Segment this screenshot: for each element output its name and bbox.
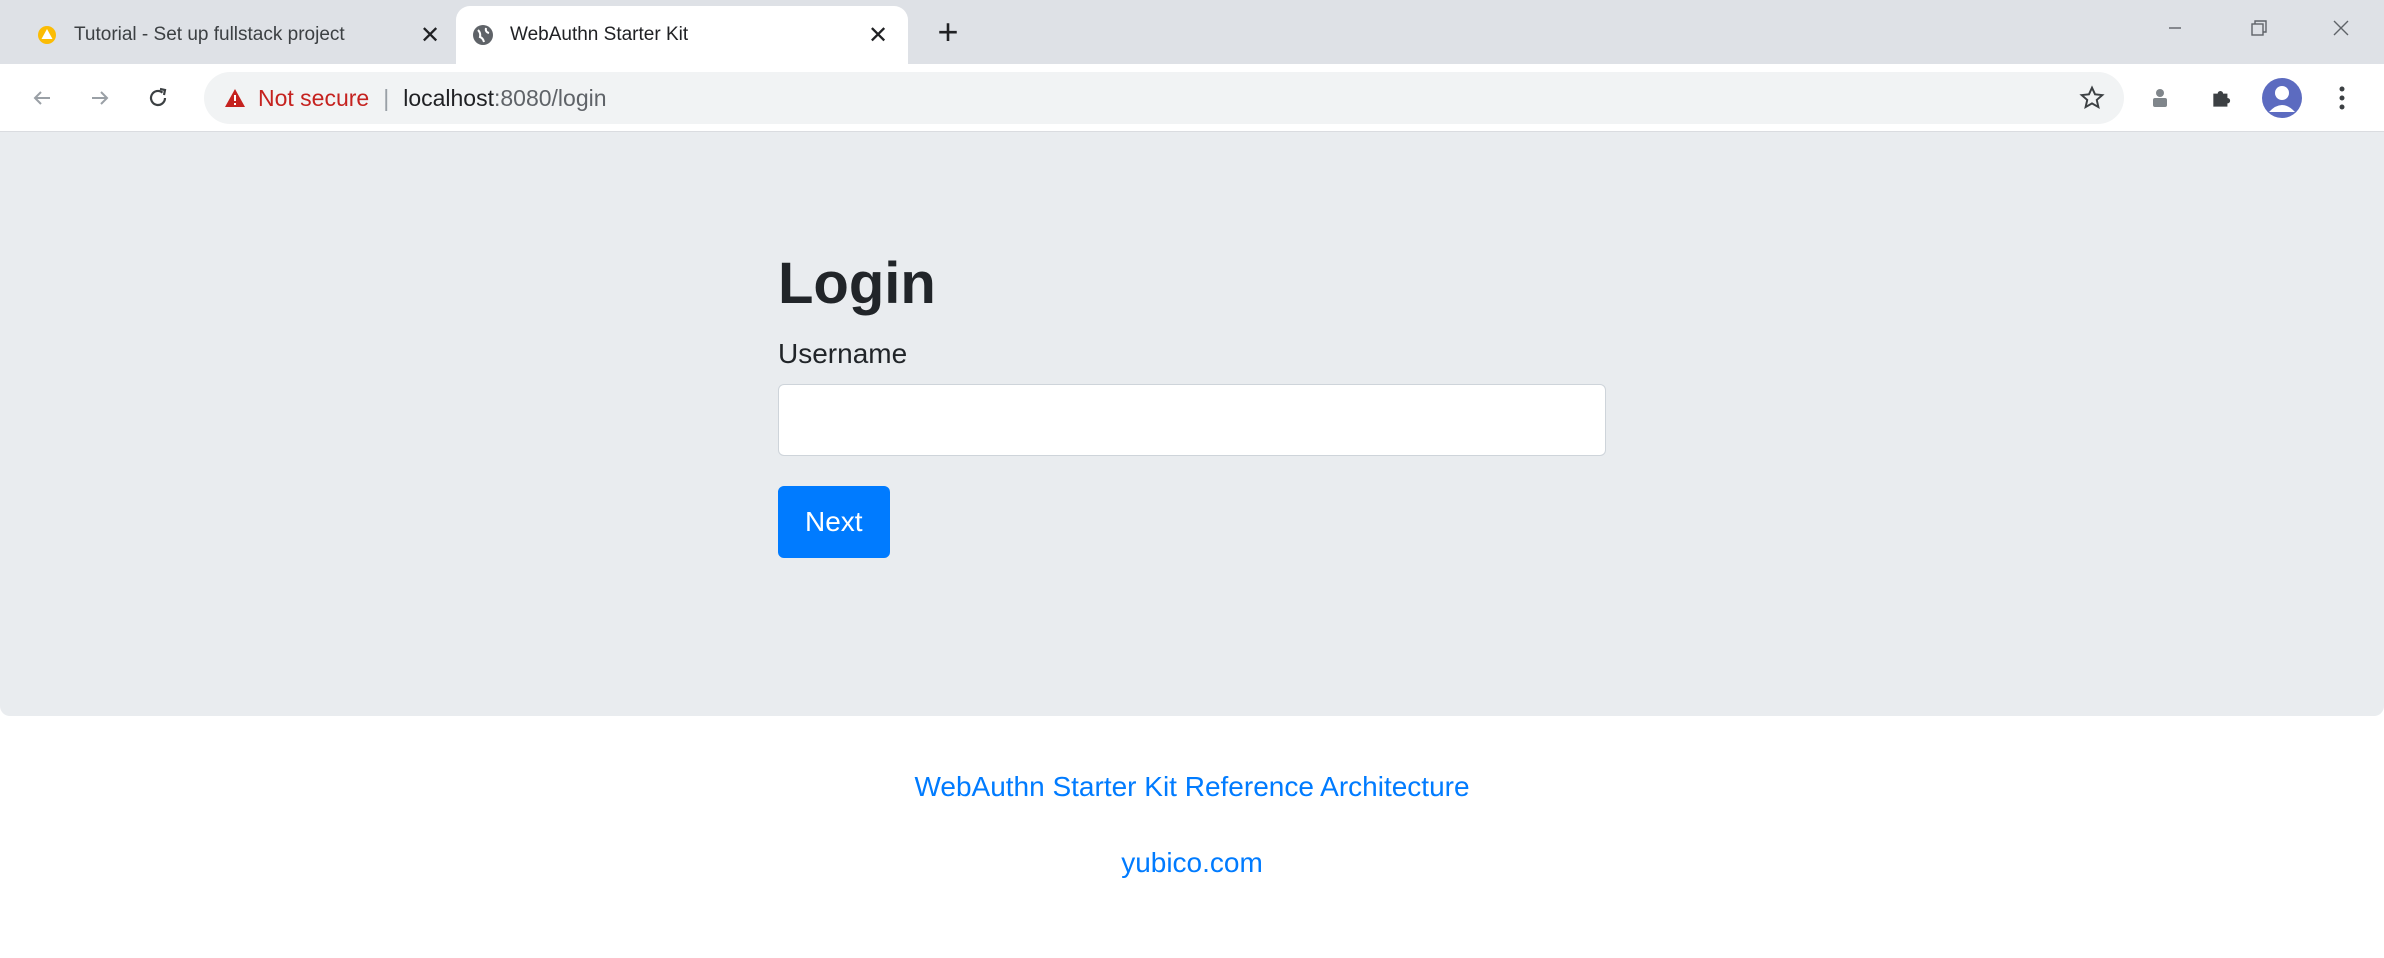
- tab-strip: Tutorial - Set up fullstack project ✕ We…: [0, 0, 2384, 64]
- address-separator: |: [383, 84, 390, 111]
- next-button[interactable]: Next: [778, 485, 890, 558]
- puzzle-icon[interactable]: [2202, 78, 2242, 118]
- url-host: localhost: [403, 84, 494, 111]
- restore-icon[interactable]: [2224, 0, 2294, 56]
- close-icon[interactable]: ✕: [864, 21, 892, 49]
- new-tab-button[interactable]: +: [928, 11, 968, 52]
- browser-toolbar: Not secure | localhost:8080/login: [0, 64, 2384, 132]
- login-jumbotron: Login Username Next: [0, 132, 2384, 716]
- username-label: Username: [778, 337, 908, 369]
- yubico-link[interactable]: yubico.com: [0, 846, 2384, 880]
- tab-title: Tutorial - Set up fullstack project: [74, 24, 345, 45]
- page-title: Login: [778, 251, 936, 316]
- tab-title: WebAuthn Starter Kit: [510, 24, 689, 45]
- globe-icon: [472, 24, 494, 46]
- extension-icon[interactable]: [2140, 78, 2180, 118]
- warning-triangle-icon: [36, 24, 58, 46]
- reload-icon[interactable]: [136, 76, 180, 120]
- login-form: Login Username Next: [778, 252, 1606, 558]
- tab-tutorial[interactable]: Tutorial - Set up fullstack project ✕: [20, 6, 460, 64]
- minimize-icon[interactable]: [2140, 0, 2210, 56]
- back-arrow-icon[interactable]: [20, 76, 64, 120]
- address-bar[interactable]: Not secure | localhost:8080/login: [204, 72, 2124, 124]
- profile-avatar-icon[interactable]: [2262, 78, 2302, 118]
- reference-architecture-link[interactable]: WebAuthn Starter Kit Reference Architect…: [0, 770, 2384, 804]
- bookmark-star-icon[interactable]: [2076, 82, 2108, 114]
- forward-arrow-icon[interactable]: [78, 76, 122, 120]
- close-window-icon[interactable]: [2306, 0, 2376, 56]
- warning-triangle-icon: [224, 88, 246, 108]
- tab-webauthn[interactable]: WebAuthn Starter Kit ✕: [456, 6, 908, 64]
- security-status[interactable]: Not secure: [258, 85, 369, 112]
- close-icon[interactable]: ✕: [416, 21, 444, 49]
- url-path: :8080/login: [493, 84, 607, 111]
- footer: WebAuthn Starter Kit Reference Architect…: [0, 770, 2384, 879]
- username-input[interactable]: [778, 383, 1606, 456]
- kebab-menu-icon[interactable]: [2322, 78, 2362, 118]
